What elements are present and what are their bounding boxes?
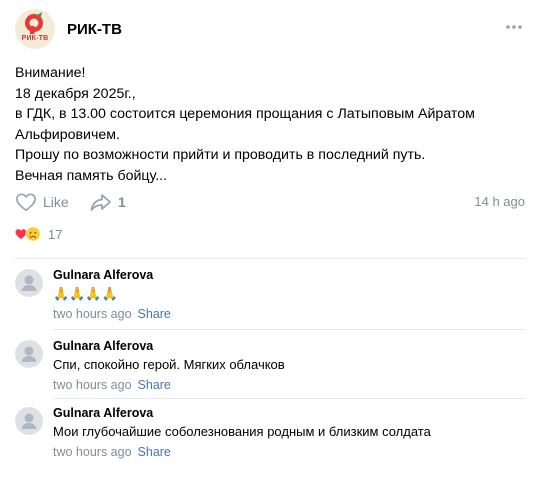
avatar[interactable]: [15, 407, 43, 435]
post-text: Внимание! 18 декабря 2025г., в ГДК, в 13…: [15, 65, 475, 184]
post-actions: Like 1 14 h ago: [15, 190, 525, 214]
comments-divider: [15, 258, 525, 259]
like-label: Like: [43, 194, 69, 210]
group-name[interactable]: РИК-ТВ: [67, 21, 122, 38]
comment-meta: two hours ago Share: [53, 307, 171, 321]
group-logo-icon: [25, 12, 43, 34]
comment-item: Gulnara Alferova Мои глубочайшие соболез…: [15, 406, 525, 462]
reactions-summary[interactable]: 17: [15, 223, 62, 245]
reactions-count: 17: [48, 226, 63, 242]
comment-text: Мои глубочайшие соболезнования родным и …: [53, 424, 431, 439]
comment-share-button[interactable]: Share: [138, 445, 171, 459]
comment-author[interactable]: Gulnara Alferova: [53, 339, 153, 353]
comment-time[interactable]: two hours ago: [53, 445, 132, 459]
comment-divider: [53, 398, 525, 399]
share-button[interactable]: 1: [89, 190, 126, 214]
post-time[interactable]: 14 h ago: [474, 194, 525, 209]
default-user-avatar-icon: [21, 275, 37, 291]
comment-share-button[interactable]: Share: [138, 307, 171, 321]
comment-text: Спи, спокойно герой. Мягких облачков: [53, 357, 285, 372]
share-count: 1: [118, 194, 126, 210]
avatar[interactable]: [15, 269, 43, 297]
share-arrow-icon: [90, 194, 111, 211]
comment-time[interactable]: two hours ago: [53, 307, 132, 321]
default-user-avatar-icon: [21, 346, 37, 362]
comment-author[interactable]: Gulnara Alferova: [53, 268, 153, 282]
comment-text: 🙏🙏🙏🙏: [53, 286, 118, 302]
group-avatar[interactable]: РИК-ТВ: [15, 9, 55, 49]
comment-time[interactable]: two hours ago: [53, 378, 132, 392]
like-button[interactable]: Like: [15, 190, 69, 214]
heart-outline-icon: [16, 193, 36, 211]
post-header: РИК-ТВ РИК-ТВ: [15, 9, 525, 49]
comment-author[interactable]: Gulnara Alferova: [53, 406, 153, 420]
default-user-avatar-icon: [21, 413, 37, 429]
comment-item: Gulnara Alferova 🙏🙏🙏🙏 two hours ago Share: [15, 268, 525, 324]
more-horizontal-icon: [506, 25, 522, 29]
logo-text: РИК-ТВ: [21, 35, 49, 42]
comment-item: Gulnara Alferova Спи, спокойно герой. Мя…: [15, 339, 525, 395]
praying-hands-emoji: 🙏🙏🙏🙏: [53, 286, 118, 301]
avatar[interactable]: [15, 340, 43, 368]
more-options-button[interactable]: [503, 17, 525, 37]
comment-meta: two hours ago Share: [53, 445, 171, 459]
sad-face-reaction-icon: [25, 226, 41, 242]
comment-meta: two hours ago Share: [53, 378, 171, 392]
comment-share-button[interactable]: Share: [138, 378, 171, 392]
comment-divider: [53, 329, 525, 330]
